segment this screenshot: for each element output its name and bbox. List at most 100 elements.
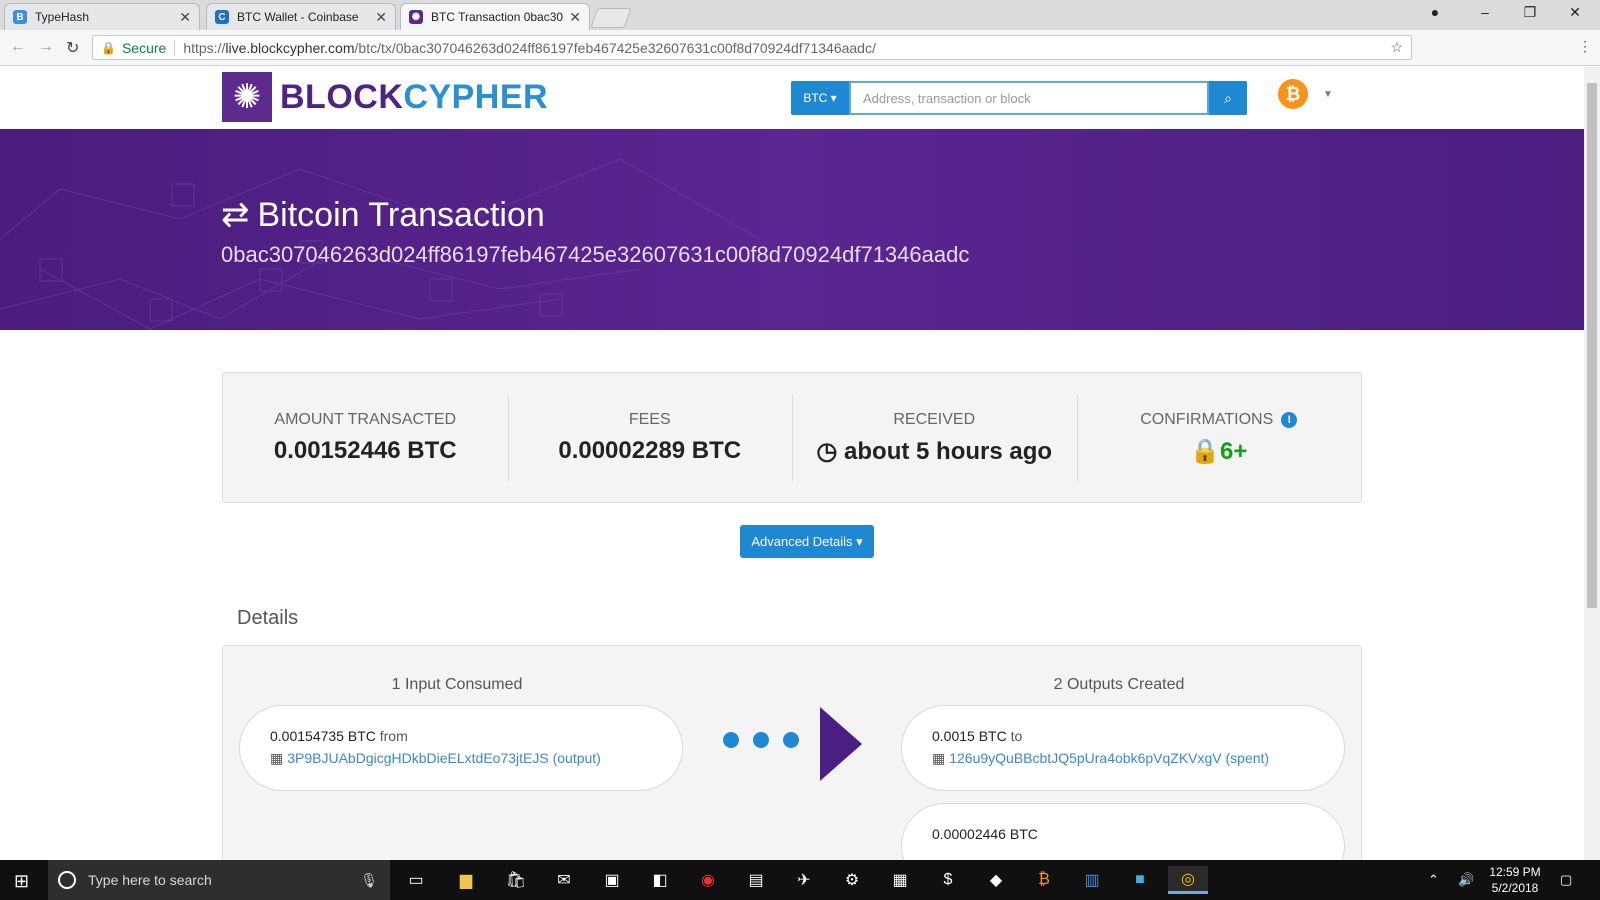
fees-stat: FEES 0.00002289 BTC <box>507 373 793 502</box>
back-arrow-icon[interactable]: ← <box>10 38 26 56</box>
taskbar-clock[interactable]: 12:59 PM 5/2/2018 <box>1480 864 1550 896</box>
blockcypher-gear-icon: ✺ <box>222 72 272 122</box>
reload-icon[interactable]: ↻ <box>66 38 79 58</box>
coin-selector-dropdown[interactable]: BTC ▾ <box>791 81 849 115</box>
url-text: https://live.blockcypher.com/btc/tx/0bac… <box>183 39 876 56</box>
app-icon[interactable]: ▤ <box>736 866 776 894</box>
restore-icon[interactable]: ❐ <box>1515 4 1545 21</box>
new-tab-button[interactable] <box>590 8 632 28</box>
transaction-summary-panel: AMOUNT TRANSACTED 0.00152446 BTC FEES 0.… <box>222 372 1362 503</box>
output-amount: 0.00002446 BTC <box>932 826 1038 842</box>
qr-code-icon[interactable]: ▦ <box>270 750 283 766</box>
chrome-menu-icon[interactable]: ⋮ <box>1578 38 1592 55</box>
details-panel: 1 Input Consumed 2 Outputs Created 0.001… <box>222 645 1362 870</box>
taskbar-search-placeholder: Type here to search <box>88 872 212 888</box>
blockcypher-logo[interactable]: ✺ BLOCKCYPHER <box>222 72 548 122</box>
output-card: 0.0015 BTC to ▦ 126u9yQuBBcbtJQ5pUra4obk6… <box>901 705 1345 791</box>
transfer-arrows-icon: ⇄ <box>221 196 250 234</box>
app-dollar-icon[interactable]: $ <box>928 866 968 894</box>
bitcoin-b-icon: B <box>13 10 27 24</box>
app-window-icon[interactable]: ▥ <box>1072 866 1112 894</box>
clock-time: 12:59 PM <box>1489 865 1541 879</box>
bitcoin-account-icon[interactable]: ₿ <box>1278 79 1308 109</box>
windows-start-icon[interactable]: ⊞ <box>14 871 29 892</box>
input-status-link[interactable]: (output) <box>553 750 601 766</box>
tab-title: TypeHash <box>35 10 90 24</box>
app-icon[interactable]: ✈ <box>784 866 824 894</box>
star-bookmark-icon[interactable]: ☆ <box>1390 39 1403 56</box>
coinbase-c-icon: C <box>215 10 229 24</box>
file-explorer-icon[interactable]: ▆ <box>446 866 486 894</box>
settings-gear-icon[interactable]: ⚙ <box>832 866 872 894</box>
app-icon[interactable]: ◧ <box>640 866 680 894</box>
flow-dot <box>753 732 769 748</box>
search-input[interactable] <box>849 81 1209 115</box>
tab-coinbase[interactable]: C BTC Wallet - Coinbase ✕ <box>206 3 396 30</box>
volume-icon[interactable]: 🔊 <box>1458 872 1474 888</box>
browser-toolbar: ← → ↻ 🔒 Secure https://live.blockcypher.… <box>0 30 1600 86</box>
scrollbar-thumb[interactable] <box>1587 83 1597 608</box>
taskbar-search-box[interactable]: Type here to search 🎙 <box>48 860 390 900</box>
lock-icon: 🔒 <box>1190 438 1220 465</box>
confirmations-stat: CONFIRMATIONS i 🔒6+ <box>1076 373 1362 502</box>
app-icon[interactable]: ◆ <box>976 866 1016 894</box>
secure-label: Secure <box>122 39 176 56</box>
input-card: 0.00154735 BTC from ▦ 3P9BJUAbDgicgHDkbDi… <box>239 705 683 791</box>
qr-code-icon[interactable]: ▦ <box>932 750 945 766</box>
page-title: ⇄ Bitcoin Transaction <box>221 195 545 235</box>
details-heading: Details <box>237 607 299 629</box>
microphone-icon[interactable]: 🎙 <box>360 872 378 889</box>
search-button[interactable]: ⌕ <box>1209 81 1247 115</box>
inputs-heading: 1 Input Consumed <box>391 676 523 693</box>
tab-typehash[interactable]: B TypeHash ✕ <box>4 3 200 30</box>
lock-icon: 🔒 <box>101 40 116 55</box>
app-icon[interactable]: ▣ <box>592 866 632 894</box>
window-close-icon[interactable]: ✕ <box>1560 4 1590 21</box>
cortana-icon <box>58 871 76 889</box>
stat-label: CONFIRMATIONS i <box>1077 411 1362 429</box>
site-header: ✺ BLOCKCYPHER BTC ▾ ⌕ ₿ ▼ <box>0 67 1584 129</box>
blockcypher-icon: ✺ <box>409 10 423 24</box>
chevron-down-icon[interactable]: ▼ <box>1323 89 1333 100</box>
minimize-icon[interactable]: – <box>1470 4 1500 20</box>
close-icon[interactable]: ✕ <box>375 9 387 26</box>
advanced-details-button[interactable]: Advanced Details ▾ <box>740 525 874 558</box>
outputs-heading: 2 Outputs Created <box>1053 676 1185 693</box>
search-bar: BTC ▾ ⌕ <box>791 81 1247 115</box>
close-icon[interactable]: ✕ <box>179 9 191 26</box>
btc-app-icon[interactable]: ■ <box>1120 866 1160 894</box>
input-address-link[interactable]: 3P9BJUAbDgicgHDkbDieELxtdEo73jtEJS <box>287 750 548 766</box>
address-bar[interactable]: 🔒 Secure https://live.blockcypher.com/bt… <box>92 35 1412 60</box>
output-status-link[interactable]: (spent) <box>1226 750 1270 766</box>
clock-date: 5/2/2018 <box>1491 881 1539 895</box>
task-view-icon[interactable]: ▭ <box>396 866 436 894</box>
app-icon[interactable]: ◉ <box>688 866 728 894</box>
browser-tab-strip: B TypeHash ✕ C BTC Wallet - Coinbase ✕ ✺… <box>0 0 1600 30</box>
stat-value: 🔒6+ <box>1190 438 1248 465</box>
page-title-text: Bitcoin Transaction <box>257 195 545 234</box>
store-icon[interactable]: 🛍 <box>496 866 536 894</box>
close-icon[interactable]: ✕ <box>569 9 581 26</box>
profile-icon[interactable]: ● <box>1420 4 1450 20</box>
info-icon[interactable]: i <box>1281 411 1298 428</box>
mail-icon[interactable]: ✉ <box>544 866 584 894</box>
amount-transacted-stat: AMOUNT TRANSACTED 0.00152446 BTC <box>223 373 508 502</box>
bitcoin-app-icon[interactable]: ₿ <box>1024 866 1064 894</box>
flow-arrow-icon <box>820 707 862 781</box>
notifications-icon[interactable]: ▢ <box>1560 872 1572 888</box>
tab-title: BTC Transaction 0bac307 <box>431 10 564 24</box>
calculator-icon[interactable]: ▦ <box>880 866 920 894</box>
stat-label: AMOUNT TRANSACTED <box>274 411 457 428</box>
clock-icon: ◷ <box>816 438 838 465</box>
stat-value: 0.00152446 BTC <box>273 437 457 464</box>
flow-dot <box>723 732 739 748</box>
chrome-icon[interactable]: ◎ <box>1168 866 1208 894</box>
chevron-up-icon[interactable]: ⌃ <box>1428 872 1439 888</box>
flow-dot <box>783 732 799 748</box>
stat-label: FEES <box>628 411 671 428</box>
page-scrollbar[interactable] <box>1584 67 1600 860</box>
tab-btc-transaction[interactable]: ✺ BTC Transaction 0bac307 ✕ <box>400 3 590 30</box>
output-amount: 0.0015 BTC <box>932 728 1007 744</box>
output-address-link[interactable]: 126u9yQuBBcbtJQ5pUra4obk6pVqZKVxgV <box>949 750 1221 766</box>
forward-arrow-icon[interactable]: → <box>38 38 54 56</box>
